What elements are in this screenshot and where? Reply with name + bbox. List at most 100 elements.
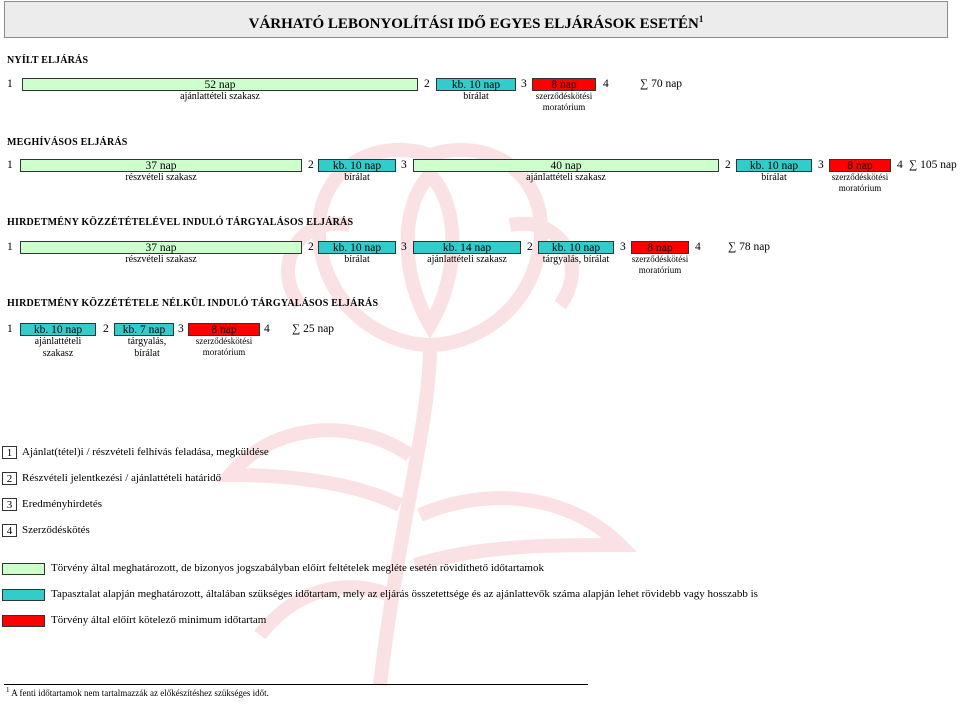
bar-duration: kb. 10 nap [749,160,799,172]
page-title: VÁRHATÓ LEBONYOLÍTÁSI IDŐ EGYES ELJÁRÁSO… [4,1,948,38]
bar-duration: 8 nap [211,324,237,336]
bar-caption: bírálat [463,91,489,102]
legend-step-text: Ajánlat(tétel)i / részvételi felhívás fe… [22,446,269,458]
total-duration: ∑ 70 nap [640,78,683,90]
legend-step-number: 2 [2,472,17,485]
total-duration: ∑ 105 nap [909,159,957,171]
legend-swatch-green [2,563,45,575]
legend-color-text: Tapasztalat alapján meghatározott, által… [51,588,758,600]
step-number: 3 [401,241,407,253]
step-number: 4 [897,159,903,171]
bar-duration: kb. 10 nap [551,242,601,254]
bar-caption: szerződéskötési moratórium [195,336,253,357]
step-number: 2 [527,241,533,253]
step-number: 2 [308,159,314,171]
legend-step-text: Részvételi jelentkezési / ajánlattételi … [22,472,222,484]
bar-caption: szerződéskötési moratórium [631,254,689,275]
step-number: 3 [620,241,626,253]
bar-duration: kb. 14 nap [442,242,492,254]
bar-duration: 40 nap [550,160,582,172]
footnote-mark: 1 [6,686,10,694]
legend-step-number: 4 [2,524,17,537]
bar-caption: bírálat [344,172,370,183]
section-heading-negotiated-with-notice: HIRDETMÉNY KÖZZÉTÉTELÉVEL INDULÓ TÁRGYAL… [7,217,354,228]
timeline-bar: 40 nap [413,159,719,172]
bar-duration: kb. 10 nap [451,79,501,91]
bar-caption: ajánlattételi szakasz [34,336,82,359]
step-number: 2 [308,241,314,253]
total-duration: ∑ 25 nap [292,323,335,335]
timeline-bar: kb. 14 nap [413,241,521,254]
bar-caption: tárgyalás, bírálat [542,254,610,265]
footnote-text: A fenti időtartamok nem tartalmazzák az … [11,688,269,698]
step-number: 1 [7,159,13,171]
step-number: 3 [818,159,824,171]
footnote-divider [4,684,588,685]
timeline-open: 1 52 nap ajánlattételi szakasz 2 kb. 10 … [0,78,960,118]
step-number: 4 [603,78,609,90]
legend-swatch-red [2,615,45,627]
step-number: 4 [264,323,270,335]
bar-duration: 8 nap [551,79,577,91]
bar-duration: kb. 10 nap [332,242,382,254]
legend-color-text: Törvény által meghatározott, de bizonyos… [51,562,544,574]
bar-caption: részvételi szakasz [125,254,197,265]
page-title-text: VÁRHATÓ LEBONYOLÍTÁSI IDŐ EGYES ELJÁRÁSO… [248,16,699,32]
bar-duration: 8 nap [647,242,673,254]
step-number: 2 [103,323,109,335]
timeline-negotiated-with-notice: 1 37 nap részvételi szakasz 2 kb. 10 nap… [0,241,960,281]
bar-caption: részvételi szakasz [125,172,197,183]
section-heading-restricted: MEGHÍVÁSOS ELJÁRÁS [7,137,128,148]
timeline-bar: kb. 10 nap [736,159,812,172]
bar-duration: 37 nap [145,242,177,254]
timeline-bar: kb. 10 nap [318,159,396,172]
step-number: 2 [725,159,731,171]
bar-duration: kb. 10 nap [332,160,382,172]
bar-duration: 52 nap [204,79,236,91]
bar-duration: kb. 7 nap [122,324,166,336]
timeline-bar: kb. 10 nap [436,78,516,91]
step-number: 1 [7,241,13,253]
timeline-bar: 37 nap [20,241,302,254]
legend-step-number: 1 [2,446,17,459]
timeline-negotiated-without-notice: 1 kb. 10 nap ajánlattételi szakasz 2 kb.… [0,323,960,363]
step-number: 1 [7,78,13,90]
total-duration: ∑ 78 nap [728,241,771,253]
section-heading-open: NYÍLT ELJÁRÁS [7,55,89,66]
step-number: 3 [401,159,407,171]
footnote: 1 A fenti időtartamok nem tartalmazzák a… [6,686,269,698]
timeline-bar: 8 nap [532,78,596,91]
bar-caption: bírálat [761,172,787,183]
timeline-bar: 37 nap [20,159,302,172]
timeline-bar: 8 nap [631,241,689,254]
step-number: 2 [424,78,430,90]
step-number: 3 [178,323,184,335]
page-title-footnote-mark: 1 [698,14,704,24]
bar-caption: szerződéskötési moratórium [535,91,593,112]
bar-duration: 8 nap [847,160,873,172]
timeline-restricted: 1 37 nap részvételi szakasz 2 kb. 10 nap… [0,159,960,199]
step-number: 1 [7,323,13,335]
legend-step-text: Szerződéskötés [22,524,90,536]
legend-color-text: Törvény által előírt kötelező minimum id… [51,614,267,626]
bar-caption: ajánlattételi szakasz [526,172,606,183]
bar-caption: tárgyalás, bírálat [127,336,167,359]
timeline-bar: kb. 10 nap [20,323,96,336]
timeline-bar: kb. 7 nap [114,323,174,336]
bar-caption: bírálat [344,254,370,265]
bar-caption: szerződéskötési moratórium [831,172,889,193]
bar-duration: 37 nap [145,160,177,172]
legend-step-number: 3 [2,498,17,511]
step-number: 4 [695,241,701,253]
step-number: 3 [521,78,527,90]
timeline-bar: 8 nap [829,159,891,172]
timeline-bar: kb. 10 nap [538,241,614,254]
legend-step-text: Eredményhirdetés [22,498,103,510]
timeline-bar: kb. 10 nap [318,241,396,254]
legend-swatch-blue [2,589,45,601]
bar-duration: kb. 10 nap [33,324,83,336]
bar-caption: ajánlattételi szakasz [180,91,260,102]
section-heading-negotiated-without-notice: HIRDETMÉNY KÖZZÉTÉTELE NÉLKÜL INDULÓ TÁR… [7,298,379,309]
timeline-bar: 8 nap [188,323,260,336]
timeline-bar: 52 nap [22,78,418,91]
